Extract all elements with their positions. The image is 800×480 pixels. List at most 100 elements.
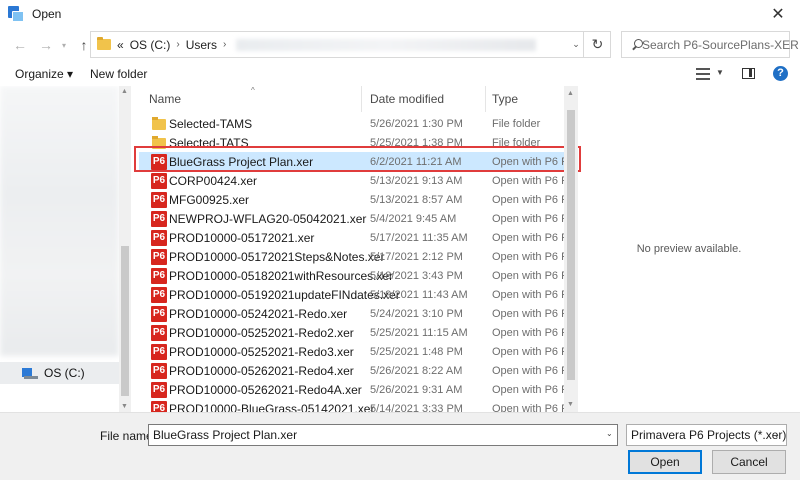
file-name: NEWPROJ-WFLAG20-05042021.xer [169, 211, 367, 226]
nav-item-label: OS (C:) [44, 366, 85, 380]
file-list-scrollbar[interactable]: ▲ ▼ [564, 86, 578, 412]
navigation-pane: OS (C:) ▲ ▼ [0, 86, 131, 412]
file-name: PROD10000-05172021Steps&Notes.xer [169, 249, 385, 264]
file-type: Open with P6 Pr [492, 250, 564, 263]
file-name: PROD10000-05182021withResources.xer [169, 268, 394, 283]
file-row[interactable]: P6 PROD10000-05262021-Redo4.xer 5/26/2021 … [139, 361, 564, 380]
refresh-button[interactable]: ↻ [583, 31, 611, 58]
file-name-input[interactable] [148, 424, 618, 446]
scrollbar-thumb[interactable] [121, 246, 129, 396]
close-icon: ✕ [771, 6, 785, 23]
file-type: Open with P6 Pr [492, 326, 564, 339]
back-arrow-icon[interactable]: ← [10, 37, 30, 53]
p6-file-icon: P6 [151, 229, 167, 246]
new-folder-button[interactable]: New folder [90, 67, 147, 81]
file-name-dropdown-icon[interactable]: ⌄ [606, 429, 613, 438]
file-type: Open with P6 Pr [492, 345, 564, 358]
breadcrumb-separator-icon[interactable]: › [176, 39, 179, 50]
column-header-name[interactable]: Name [149, 86, 181, 112]
file-date-modified: 5/24/2021 3:10 PM [370, 307, 463, 320]
file-row[interactable]: P6 PROD10000-05252021-Redo2.xer 5/25/2021 … [139, 323, 564, 342]
search-input[interactable]: Search P6-SourcePlans-XER [642, 38, 799, 52]
redacted-path [236, 38, 537, 51]
p6-file-icon: P6 [151, 191, 167, 208]
change-view-icon[interactable] [696, 68, 710, 80]
column-header-row: ^ Name Date modified Type [139, 86, 564, 112]
file-row[interactable]: P6 PROD10000-05192021updateFINdates.xer 5/… [139, 285, 564, 304]
address-bar[interactable]: « OS (C:) › Users › ⌄ [90, 31, 611, 58]
breadcrumb-separator-icon[interactable]: › [223, 39, 226, 50]
file-type: Open with P6 Pr [492, 231, 564, 244]
sort-ascending-icon: ^ [251, 86, 255, 95]
file-date-modified: 5/13/2021 9:13 AM [370, 174, 463, 187]
navigation-pane-scrollbar[interactable]: ▲ ▼ [119, 86, 131, 412]
breadcrumb-overflow[interactable]: « [117, 38, 124, 52]
file-name: CORP00424.xer [169, 173, 258, 188]
file-date-modified: 5/25/2021 1:48 PM [370, 345, 463, 358]
scroll-down-icon[interactable]: ▼ [567, 401, 574, 408]
file-type: Open with P6 Pr [492, 364, 564, 377]
file-row[interactable]: P6 CORP00424.xer 5/13/2021 9:13 AM Open wit… [139, 171, 564, 190]
scroll-down-icon[interactable]: ▼ [121, 403, 128, 410]
recent-locations-chevron-icon[interactable]: ▾ [58, 41, 70, 50]
file-name: PROD10000-05252021-Redo3.xer [169, 344, 354, 359]
p6-file-icon: P6 [151, 324, 167, 341]
breadcrumb-drive[interactable]: OS (C:) [130, 38, 171, 52]
breadcrumb-users[interactable]: Users [186, 38, 217, 52]
dialog-footer: File name: ⌄ Primavera P6 Projects (*.xe… [0, 412, 800, 480]
scroll-up-icon[interactable]: ▲ [121, 88, 128, 95]
search-box[interactable]: Search P6-SourcePlans-XER [621, 31, 799, 58]
redacted-navigation-items [0, 86, 119, 356]
file-type: Open with P6 Pr [492, 193, 564, 206]
file-name: PROD10000-05262021-Redo4A.xer [169, 382, 362, 397]
scroll-up-icon[interactable]: ▲ [567, 90, 574, 97]
refresh-icon: ↻ [591, 36, 604, 52]
file-date-modified: 5/26/2021 1:30 PM [370, 117, 463, 130]
column-header-type[interactable]: Type [492, 86, 518, 112]
file-name: PROD10000-05192021updateFINdates.xer [169, 287, 400, 302]
folder-icon [151, 116, 167, 132]
view-options-dropdown-icon[interactable]: ▼ [716, 68, 724, 77]
title-bar: Open ✕ [0, 0, 800, 28]
file-name: PROD10000-BlueGrass-05142021.xer [169, 401, 375, 413]
column-divider[interactable] [485, 86, 486, 112]
file-row[interactable]: P6 PROD10000-05242021-Redo.xer 5/24/2021 3… [139, 304, 564, 323]
file-type-select[interactable]: Primavera P6 Projects (*.xer) ⌄ [626, 424, 787, 446]
preview-pane-toggle-icon[interactable] [742, 68, 755, 79]
p6-file-icon: P6 [151, 286, 167, 303]
file-name: PROD10000-05242021-Redo.xer [169, 306, 348, 321]
file-row[interactable]: P6 PROD10000-BlueGrass-05142021.xer 5/14/2… [139, 399, 564, 412]
address-dropdown-icon[interactable]: ⌄ [568, 32, 584, 57]
command-toolbar: Organize ▾ New folder ▼ ? [0, 62, 800, 86]
open-button[interactable]: Open [628, 450, 702, 474]
file-date-modified: 5/14/2021 3:33 PM [370, 402, 463, 413]
file-row[interactable]: Selected-TAMS 5/26/2021 1:30 PM File folde… [139, 114, 564, 133]
organize-button[interactable]: Organize ▾ [15, 67, 73, 81]
column-header-date-modified[interactable]: Date modified [370, 86, 444, 112]
scrollbar-thumb[interactable] [567, 110, 575, 380]
file-row[interactable]: P6 PROD10000-05252021-Redo3.xer 5/25/2021 … [139, 342, 564, 361]
help-icon[interactable]: ? [773, 66, 788, 81]
drive-icon [22, 367, 38, 379]
file-row[interactable]: P6 PROD10000-05262021-Redo4A.xer 5/26/2021… [139, 380, 564, 399]
file-name: Selected-TAMS [169, 116, 253, 131]
file-date-modified: 5/25/2021 11:15 AM [370, 326, 468, 339]
file-row[interactable]: P6 PROD10000-05172021.xer 5/17/2021 11:35 … [139, 228, 564, 247]
nav-item-os-drive[interactable]: OS (C:) [0, 362, 119, 384]
file-row[interactable]: P6 MFG00925.xer 5/13/2021 8:57 AM Open with… [139, 190, 564, 209]
p6-file-icon: P6 [151, 362, 167, 379]
file-type: Open with P6 Pr [492, 288, 564, 301]
file-date-modified: 5/26/2021 8:22 AM [370, 364, 463, 377]
file-row[interactable]: P6 NEWPROJ-WFLAG20-05042021.xer 5/4/2021 9… [139, 209, 564, 228]
file-type: Open with P6 Pr [492, 212, 564, 225]
file-row[interactable]: P6 PROD10000-05182021withResources.xer 5/1… [139, 266, 564, 285]
close-button[interactable]: ✕ [756, 0, 800, 28]
window-title: Open [32, 7, 62, 21]
file-date-modified: 5/19/2021 11:43 AM [370, 288, 468, 301]
cancel-button[interactable]: Cancel [712, 450, 786, 474]
column-divider[interactable] [361, 86, 362, 112]
file-date-modified: 5/17/2021 11:35 AM [370, 231, 468, 244]
forward-arrow-icon[interactable]: → [36, 37, 56, 53]
chevron-down-icon: ⌄ [773, 430, 780, 439]
file-row[interactable]: P6 PROD10000-05172021Steps&Notes.xer 5/17/… [139, 247, 564, 266]
